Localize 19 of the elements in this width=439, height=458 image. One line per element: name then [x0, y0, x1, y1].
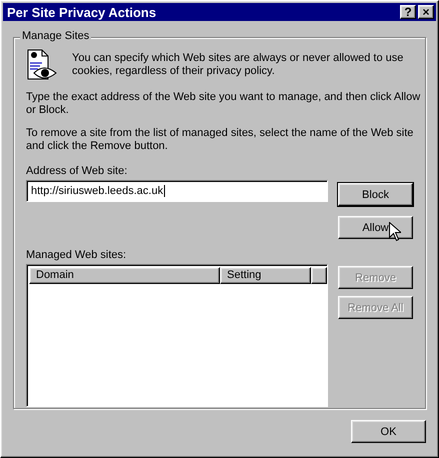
blank-column-header: [311, 267, 327, 284]
window-title: Per Site Privacy Actions: [7, 4, 158, 20]
sites-list[interactable]: Domain Setting: [26, 264, 328, 407]
list-label: Managed Web sites:: [26, 249, 126, 261]
allow-button[interactable]: Allow: [338, 216, 413, 239]
privacy-document-icon: [26, 49, 58, 81]
intro-text: You can specify which Web sites are always or never allowed to use cookies, regardless of their privacy policy.: [72, 52, 404, 78]
close-button[interactable]: ×: [418, 5, 434, 19]
column-header[interactable]: Domain: [29, 267, 220, 284]
address-label: Address of Web site:: [26, 165, 128, 177]
help-button[interactable]: ?: [400, 5, 416, 19]
column-header[interactable]: Setting: [220, 267, 311, 284]
ok-button[interactable]: OK: [351, 420, 426, 443]
group-title: Manage Sites: [20, 30, 92, 42]
block-button[interactable]: Block: [338, 183, 413, 206]
instruction-text: To remove a site from the list of managed sites, select the name of the Web site and click the Remove button.: [26, 127, 414, 153]
mouse-pointer-icon: [389, 222, 401, 242]
address-field[interactable]: http://siriusweb.leeds.ac.uk: [26, 180, 328, 202]
instruction-text: Type the exact address of the Web site you want to manage, and then click Allow or Block.: [26, 91, 421, 117]
